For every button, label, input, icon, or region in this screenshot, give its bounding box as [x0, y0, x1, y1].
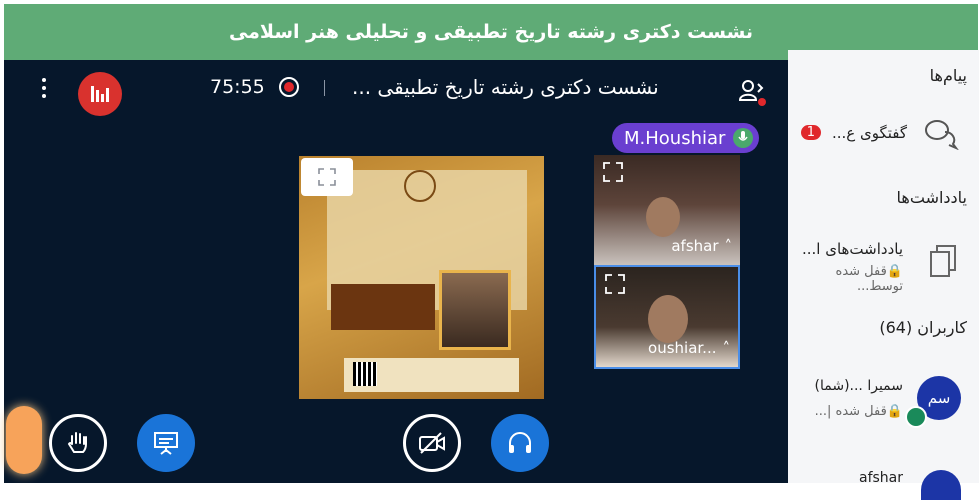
floating-indicator	[6, 406, 42, 474]
headset-status-icon	[905, 406, 927, 428]
slide-topic-band	[331, 284, 435, 330]
banner-title: نشست دکتری رشته تاریخ تطبیقی و تحلیلی هن…	[228, 21, 754, 43]
audio-button[interactable]	[491, 414, 549, 472]
video-tile-houshiar[interactable]: oushiar... ˄	[594, 265, 740, 369]
expand-icon	[318, 168, 336, 186]
user-name: afshar	[858, 470, 903, 486]
user-list-item[interactable]: سم سمیرا ...(شما) 🔒قفل شده |...	[788, 368, 979, 432]
presentation-icon	[154, 432, 178, 455]
chevron-up-icon[interactable]: ˄	[725, 237, 733, 255]
video-name-tag: oushiar... ˄	[648, 339, 730, 357]
video-name-tag: afshar ˄	[671, 237, 732, 255]
user-avatar	[921, 470, 961, 500]
participant-face	[648, 295, 688, 343]
user-lock-status: 🔒قفل شده |...	[814, 404, 903, 419]
title-divider	[324, 80, 325, 96]
notes-heading: یادداشت‌ها	[896, 188, 967, 207]
headphones-icon	[509, 432, 531, 453]
video-tile-afshar[interactable]: afshar ˄	[594, 155, 740, 265]
meeting-title: نشست دکتری رشته تاریخ تطبیقی ...	[352, 75, 659, 99]
unread-badge: 1	[800, 125, 821, 140]
user-list-item[interactable]: afshar	[788, 464, 979, 500]
hand-icon	[67, 432, 87, 453]
chat-icon	[925, 120, 959, 150]
speaker-photo	[439, 270, 511, 350]
participant-face	[646, 197, 680, 237]
qr-code-icon	[353, 362, 377, 386]
video-name: oushiar...	[648, 339, 717, 357]
mic-icon	[733, 128, 754, 148]
record-indicator-icon[interactable]	[279, 77, 299, 97]
talking-name: M.Houshiar	[624, 127, 726, 149]
options-menu-icon[interactable]	[40, 78, 48, 102]
presentation-button[interactable]	[137, 414, 195, 472]
notes-icon	[930, 245, 956, 277]
meeting-stage: 75:55 نشست دکتری رشته تاریخ تطبیقی ... M…	[4, 60, 788, 483]
users-notification-dot	[758, 98, 766, 106]
chat-item[interactable]: گفتگوی ع... 1	[788, 112, 979, 156]
video-name: afshar	[671, 237, 719, 255]
leave-recording-button[interactable]	[78, 72, 122, 116]
camera-off-icon	[419, 432, 445, 454]
expand-icon[interactable]	[604, 273, 626, 295]
chat-label: گفتگوی ع...	[831, 124, 907, 142]
university-seal-icon	[404, 170, 436, 202]
shared-notes-item[interactable]: یادداشت‌های ا... 🔒قفل شده توسط...	[788, 232, 979, 294]
raise-hand-button[interactable]	[49, 414, 107, 472]
note-title: یادداشت‌های ا...	[801, 240, 903, 258]
chevron-up-icon[interactable]: ˄	[723, 339, 731, 357]
user-name: سمیرا ...(شما)	[814, 378, 903, 394]
camera-toggle-button[interactable]	[403, 414, 461, 472]
note-lock-status: 🔒قفل شده توسط...	[835, 264, 903, 294]
talking-indicator: M.Houshiar	[612, 123, 760, 153]
messages-heading: پیام‌ها	[929, 66, 967, 85]
fullscreen-slide-button[interactable]	[301, 158, 353, 196]
sidebar: پیام‌ها گفتگوی ع... 1 یادداشت‌ها یادداشت…	[788, 50, 979, 500]
meeting-timer: 75:55	[210, 76, 265, 98]
expand-icon[interactable]	[602, 161, 624, 183]
users-heading: کاربران (64)	[879, 318, 967, 337]
